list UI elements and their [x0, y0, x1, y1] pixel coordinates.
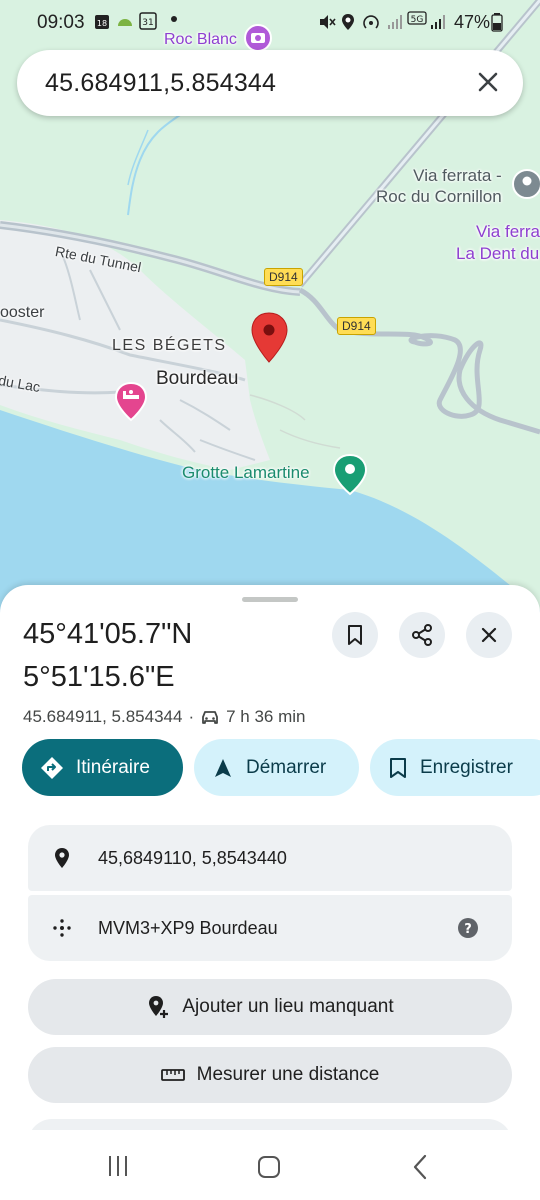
recent-apps-button[interactable]	[106, 1154, 130, 1183]
plus-code-icon	[53, 919, 71, 937]
directions-label: Itinéraire	[76, 756, 150, 778]
map-view[interactable]: Roc Blanc Via ferrata - Roc du Cornillon…	[0, 0, 540, 640]
close-icon[interactable]	[473, 67, 503, 97]
search-bar[interactable]: 45.684911,5.854344	[17, 50, 523, 116]
home-button[interactable]	[256, 1154, 282, 1185]
navigation-arrow-icon	[215, 758, 231, 777]
ruler-icon	[160, 1069, 185, 1081]
bookmark-icon	[390, 757, 406, 778]
save-label: Enregistrer	[420, 756, 513, 778]
back-button[interactable]	[410, 1154, 430, 1185]
share-icon	[412, 624, 432, 646]
place-bottom-sheet: 45°41'05.7"N 5°51'15.6"E 45.684911, 5.85…	[0, 585, 540, 1200]
start-label: Démarrer	[246, 756, 327, 778]
directions-button[interactable]: Itinéraire	[22, 739, 183, 796]
map-label-bourdeau[interactable]: Bourdeau	[156, 368, 238, 390]
back-icon	[413, 1154, 427, 1180]
save-bookmark-button[interactable]	[332, 612, 378, 658]
save-button[interactable]: Enregistrer	[370, 739, 540, 796]
map-label-line: Roc du Cornillon	[376, 187, 502, 206]
battery-level: 47%	[453, 12, 490, 32]
attraction-poi-icon	[512, 169, 540, 199]
location-pin-icon	[55, 848, 69, 868]
road-shield-d914: D914	[337, 317, 376, 335]
calendar-day: 18	[97, 19, 107, 28]
svg-text:?: ?	[464, 922, 472, 937]
calendar-day: 31	[142, 18, 153, 28]
map-label-line: Via ferra	[476, 222, 540, 241]
directions-icon	[41, 756, 63, 779]
car-icon	[202, 711, 219, 724]
close-sheet-button[interactable]	[466, 612, 512, 658]
map-label-booster[interactable]: ooster	[0, 304, 44, 322]
start-navigation-button[interactable]: Démarrer	[194, 739, 359, 796]
home-icon	[258, 1156, 280, 1178]
decimal-coordinates: 45.684911, 5.854344	[23, 707, 183, 726]
road-shield-d914: D914	[264, 268, 303, 286]
coordinates-latitude-title: 45°41'05.7"N	[23, 618, 193, 650]
drive-time: 7 h 36 min	[226, 707, 306, 726]
coordinates-longitude-title: 5°51'15.6"E	[23, 661, 175, 693]
search-input[interactable]: 45.684911,5.854344	[45, 69, 276, 98]
add-place-label: Ajouter un lieu manquant	[182, 996, 394, 1017]
help-icon[interactable]: ?	[458, 918, 478, 938]
map-label-line: Via ferrata -	[413, 166, 502, 185]
add-location-icon	[149, 996, 169, 1018]
status-bar: 09:03 18 31 5G 47%	[0, 0, 540, 44]
coordinates-value: 45,6849110, 5,8543440	[98, 848, 287, 868]
map-label-via-ferrata-2[interactable]: Via ferra La Dent du	[456, 221, 540, 265]
close-icon	[481, 627, 497, 643]
map-label-les-begets[interactable]: LES BÉGETS	[112, 337, 227, 355]
plus-code-value: MVM3+XP9 Bourdeau	[98, 918, 278, 938]
system-navigation-bar	[0, 1130, 540, 1200]
drag-handle[interactable]	[242, 597, 298, 602]
recents-icon	[109, 1156, 127, 1176]
map-label-grotte-lamartine[interactable]: Grotte Lamartine	[182, 463, 310, 483]
svg-text:5G: 5G	[411, 15, 424, 25]
place-subtitle: 45.684911, 5.854344 · 7 h 36 min	[23, 707, 306, 727]
share-button[interactable]	[399, 612, 445, 658]
add-missing-place-button[interactable]: Ajouter un lieu manquant	[28, 979, 512, 1035]
plus-code-row[interactable]: MVM3+XP9 Bourdeau ?	[28, 895, 512, 961]
map-label-via-ferrata-1[interactable]: Via ferrata - Roc du Cornillon	[376, 165, 502, 207]
bookmark-icon	[348, 625, 362, 645]
status-time: 09:03	[37, 12, 85, 33]
map-label-line: La Dent du	[456, 244, 540, 263]
measure-label: Mesurer une distance	[196, 1064, 380, 1085]
measure-distance-button[interactable]: Mesurer une distance	[28, 1047, 512, 1103]
coordinates-row[interactable]: 45,6849110, 5,8543440	[28, 825, 512, 891]
separator: ·	[188, 707, 195, 726]
